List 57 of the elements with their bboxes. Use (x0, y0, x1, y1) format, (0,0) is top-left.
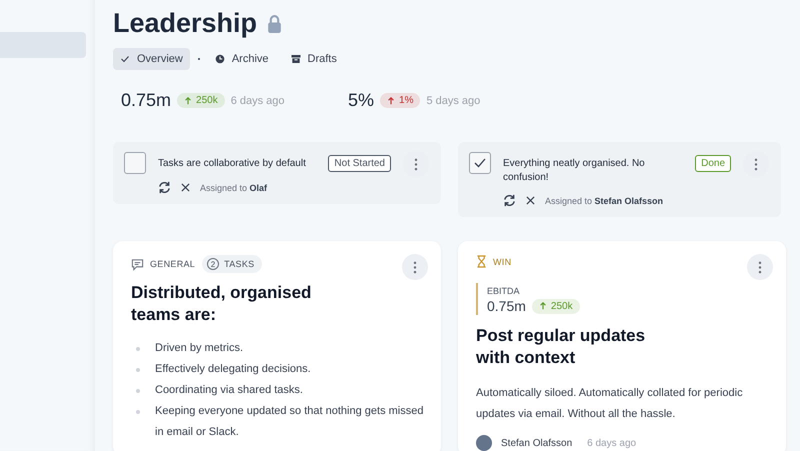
close-icon (181, 183, 190, 192)
change-badge: 1% (380, 93, 420, 108)
tasks-badge: 2 TASKS (202, 255, 262, 273)
status-badge: Done (695, 155, 731, 172)
more-icon (414, 158, 418, 170)
page-title: Leadership (113, 8, 258, 39)
hourglass-trophy-icon (476, 255, 487, 268)
category-label: GENERAL (150, 259, 196, 269)
clock-icon (214, 54, 225, 64)
checkbox[interactable] (124, 152, 146, 174)
check-icon (120, 54, 130, 64)
task-text: Everything neatly organised. No confusion! (503, 157, 646, 185)
remove-button[interactable] (526, 196, 535, 205)
arrow-up-icon (538, 302, 547, 310)
tab[interactable]: Archive (208, 48, 276, 70)
task-text: Tasks are collaborative by default (158, 157, 307, 171)
archive-box-icon (290, 54, 301, 64)
avatar (476, 435, 492, 451)
card-body-text: Automatically siloed. Automatically collated for periodic updates via email. Without all the hassle. (476, 386, 744, 422)
assignee-text: Assigned to Stefan Olafsson (545, 196, 664, 206)
more-icon (754, 158, 758, 170)
metric-label: EBITDA (487, 286, 521, 296)
change-badge: 250k (532, 298, 580, 314)
author-name[interactable]: Stefan Olafsson (501, 438, 572, 448)
bullet-text: Driven by metrics. (155, 341, 244, 356)
more-button[interactable] (402, 254, 428, 280)
tab[interactable]: Overview (113, 48, 190, 70)
metric-value: 5% (348, 90, 374, 111)
post-time: 6 days ago (587, 438, 636, 448)
metric-value: 0.75m (487, 298, 526, 314)
bullet-text: Coordinating via shared tasks. (155, 383, 303, 398)
card-title: Distributed, organised teams are: (131, 282, 312, 326)
metric-value: 0.75m (121, 90, 172, 111)
metric-time: 6 days ago (230, 94, 285, 106)
refresh-button[interactable] (158, 181, 171, 194)
tab[interactable]: Drafts (284, 48, 344, 70)
change-badge: 250k (177, 93, 225, 108)
arrow-up-icon (184, 96, 192, 104)
check-icon (474, 158, 486, 168)
refresh-icon (158, 181, 171, 194)
refresh-icon (503, 194, 516, 207)
assignee-text: Assigned to Olaf (200, 182, 268, 192)
arrow-up-icon (387, 96, 396, 104)
status-badge: Not Started (328, 155, 391, 172)
more-icon (413, 260, 417, 274)
refresh-button[interactable] (503, 194, 516, 207)
category-label: WIN (493, 256, 512, 266)
chat-icon (131, 258, 144, 270)
close-icon (526, 196, 535, 205)
bullet-text: Effectively delegating decisions. (155, 362, 311, 377)
card-title: Post regular updates with context (476, 325, 646, 369)
more-icon (758, 260, 762, 274)
more-button[interactable] (747, 254, 773, 280)
remove-button[interactable] (181, 183, 190, 192)
bullet-text: Keeping everyone updated so that nothing gets missed in email or Slack. (155, 404, 424, 440)
checkbox[interactable] (469, 152, 491, 174)
metric-time: 5 days ago (426, 94, 480, 106)
